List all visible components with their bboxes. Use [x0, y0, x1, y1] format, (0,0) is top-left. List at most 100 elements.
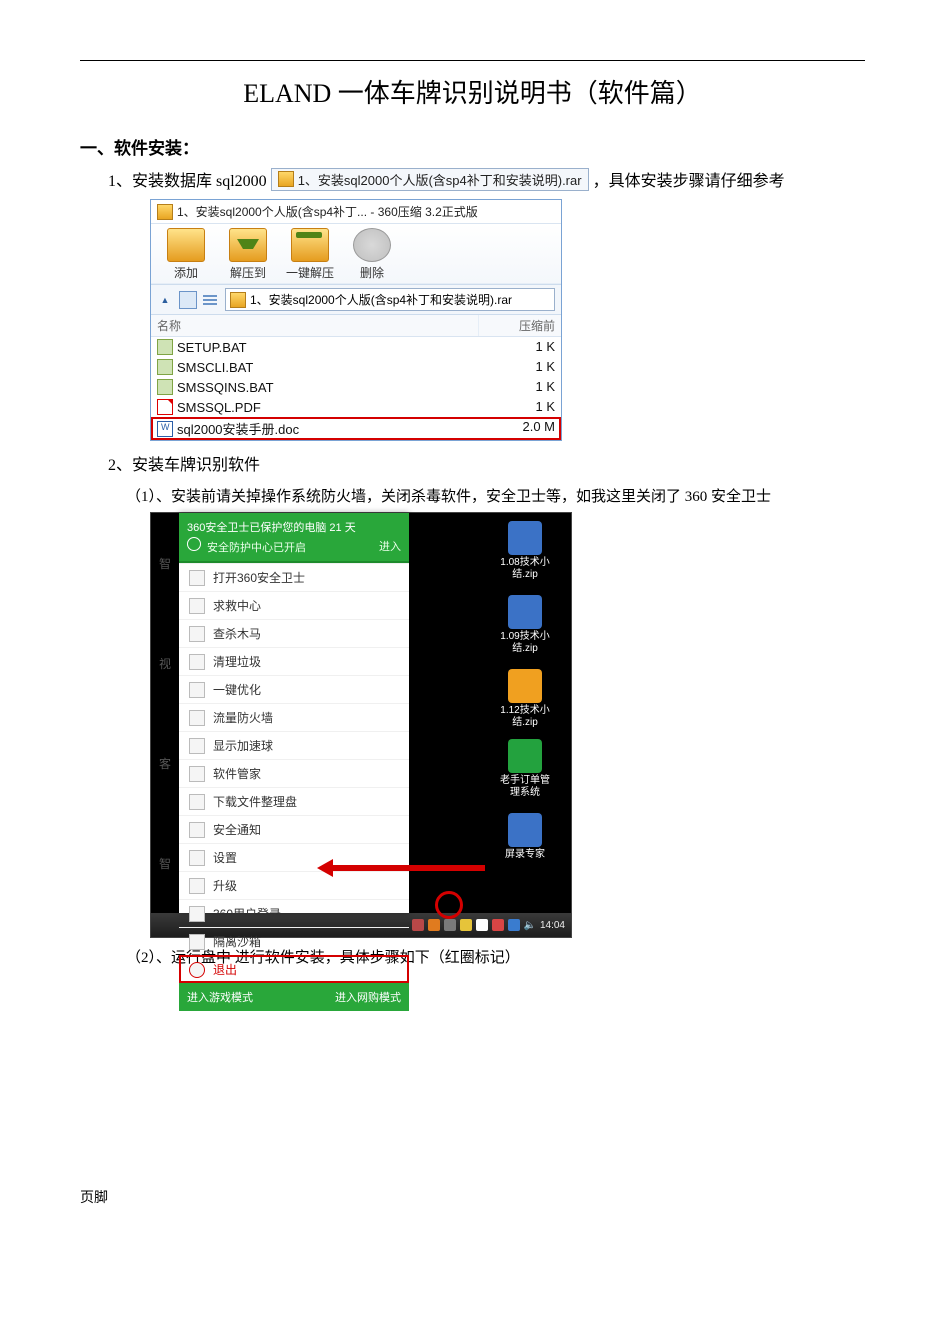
archive-list-header: 名称 压缩前 [151, 315, 561, 337]
tray-menu-item[interactable]: 下载文件整理盘 [179, 787, 409, 815]
desktop-icon[interactable]: 屏录专家 [499, 813, 551, 861]
annotation-arrow [333, 865, 485, 871]
desktop-icon[interactable]: 1.09技术小结.zip [499, 595, 551, 655]
rar-file-chip: 1、安装sql2000个人版(含sp4补丁和安装说明).rar [271, 168, 589, 191]
desktop-icon[interactable]: 1.08技术小结.zip [499, 521, 551, 581]
menu-item-icon [189, 906, 205, 922]
desktop-icon-graphic [508, 813, 542, 847]
file-name: SMSCLI.BAT [177, 360, 253, 375]
menu-item-icon [189, 738, 205, 754]
tray-protect-label: 安全防护中心已开启 [207, 542, 306, 554]
menu-item-label: 打开360安全卫士 [213, 569, 305, 586]
tray-icon-2[interactable] [428, 919, 440, 931]
tray-exit[interactable]: 退出 [179, 955, 409, 983]
desktop-icon-label: 屏录专家 [499, 849, 551, 861]
substep-2-1: （1）、安装前请关掉操作系统防火墙，关闭杀毒软件，安全卫士等，如我这里关闭了 3… [126, 485, 865, 506]
tray-menu-item[interactable]: 显示加速球 [179, 731, 409, 759]
tool-extract[interactable]: 解压到 [223, 228, 273, 281]
file-size: 1 K [485, 379, 555, 395]
nav-up-icon[interactable]: ▲ [157, 292, 173, 308]
tray-menu-item[interactable]: 软件管家 [179, 759, 409, 787]
tray-menu-item[interactable]: 一键优化 [179, 675, 409, 703]
menu-item-label: 流量防火墙 [213, 709, 273, 726]
tray-menu-item[interactable]: 升级 [179, 871, 409, 899]
power-icon [189, 962, 205, 978]
file-name: SMSSQINS.BAT [177, 380, 274, 395]
nav-view-icon[interactable] [179, 291, 197, 309]
col-size[interactable]: 压缩前 [478, 315, 561, 336]
menu-item-label: 查杀木马 [213, 625, 261, 642]
tool-extract-label: 解压到 [230, 264, 266, 281]
tray-header: 360安全卫士已保护您的电脑 21 天 [179, 513, 409, 537]
tray-menu-item[interactable]: 清理垃圾 [179, 647, 409, 675]
page-title: ELAND 一体车牌识别说明书（软件篇） [80, 73, 865, 110]
archive-row[interactable]: SETUP.BAT1 K [151, 337, 561, 357]
tool-add[interactable]: 添加 [161, 228, 211, 281]
menu-item-label: 升级 [213, 877, 237, 894]
menu-item-label: 一键优化 [213, 681, 261, 698]
volume-icon[interactable]: 🔈 [524, 920, 536, 931]
tray-icon-5[interactable] [476, 919, 488, 931]
extract-icon [229, 228, 267, 262]
archive-row[interactable]: SMSSQINS.BAT 1 K [151, 377, 561, 397]
menu-item-icon [189, 682, 205, 698]
tray-menu-item[interactable]: 360用户登录 [179, 899, 409, 927]
tool-delete[interactable]: 删除 [347, 228, 397, 281]
archive-title-text: 1、安装sql2000个人版(含sp4补丁... - 360压缩 3.2正式版 [177, 203, 478, 220]
tray-menu-item[interactable]: 安全通知 [179, 815, 409, 843]
tray-icon-6[interactable] [492, 919, 504, 931]
tray-menu-item[interactable]: 隔离沙箱 [179, 927, 409, 955]
tray-exit-label: 退出 [213, 961, 237, 978]
nav-list-icon[interactable] [203, 292, 219, 308]
delete-icon [353, 228, 391, 262]
desktop-icon-graphic [508, 739, 542, 773]
tray-menu-item[interactable]: 查杀木马 [179, 619, 409, 647]
tray-icon-1[interactable] [412, 919, 424, 931]
rar-file-name: 1、安装sql2000个人版(含sp4补丁和安装说明).rar [298, 170, 582, 189]
col-name[interactable]: 名称 [151, 315, 478, 336]
desktop-icon[interactable]: 1.12技术小结.zip [499, 669, 551, 729]
desktop-icon[interactable]: 老手订单管理系统 [499, 739, 551, 799]
file-name: SMSSQL.PDF [177, 400, 261, 415]
rar-icon [278, 171, 294, 187]
left-edge-char: 智 [159, 855, 171, 872]
tool-onekey[interactable]: 一键解压 [285, 228, 335, 281]
tool-add-label: 添加 [174, 264, 198, 281]
file-size: 1 K [485, 359, 555, 375]
tray-icon-4[interactable] [460, 919, 472, 931]
menu-item-icon [189, 598, 205, 614]
desktop-icon-graphic [508, 595, 542, 629]
menu-item-icon [189, 710, 205, 726]
tray-menu-item[interactable]: 求救中心 [179, 591, 409, 619]
tray-menu-item[interactable]: 流量防火墙 [179, 703, 409, 731]
file-bat-icon [157, 359, 173, 375]
menu-item-label: 清理垃圾 [213, 653, 261, 670]
desktop-icon-label: 老手订单管理系统 [499, 775, 551, 799]
tool-delete-label: 删除 [360, 264, 384, 281]
menu-item-label: 360用户登录 [213, 905, 281, 922]
mode-net[interactable]: 进入网购模式 [335, 989, 401, 1005]
menu-item-icon [189, 654, 205, 670]
desktop-icon-label: 1.12技术小结.zip [499, 705, 551, 729]
desktop-icon-label: 1.09技术小结.zip [499, 631, 551, 655]
tray-icon-7[interactable] [508, 919, 520, 931]
left-edge-char: 智 [159, 555, 171, 572]
menu-item-label: 下载文件整理盘 [213, 793, 297, 810]
file-name: SETUP.BAT [177, 340, 247, 355]
mode-game[interactable]: 进入游戏模式 [187, 989, 253, 1005]
menu-item-label: 求救中心 [213, 597, 261, 614]
tray-screenshot: 智视客智 360安全卫士已保护您的电脑 21 天 安全防护中心已开启 进入 打开… [150, 512, 572, 938]
archive-row[interactable]: SMSSQL.PDF1 K [151, 397, 561, 417]
desktop-icon-label: 1.08技术小结.zip [499, 557, 551, 581]
add-icon [167, 228, 205, 262]
file-bat-icon [157, 379, 173, 395]
shield-ok-icon [187, 537, 201, 551]
tray-icon-3[interactable] [444, 919, 456, 931]
section-1-heading: 一、软件安装： [80, 134, 865, 159]
desktop-icon-graphic [508, 521, 542, 555]
archive-row[interactable]: sql2000安装手册.doc2.0 M [151, 417, 561, 440]
archive-row[interactable]: SMSCLI.BAT 1 K [151, 357, 561, 377]
tray-menu-item[interactable]: 打开360安全卫士 [179, 563, 409, 591]
rar-icon [230, 292, 246, 308]
tray-protect-row[interactable]: 安全防护中心已开启 进入 [179, 537, 409, 563]
